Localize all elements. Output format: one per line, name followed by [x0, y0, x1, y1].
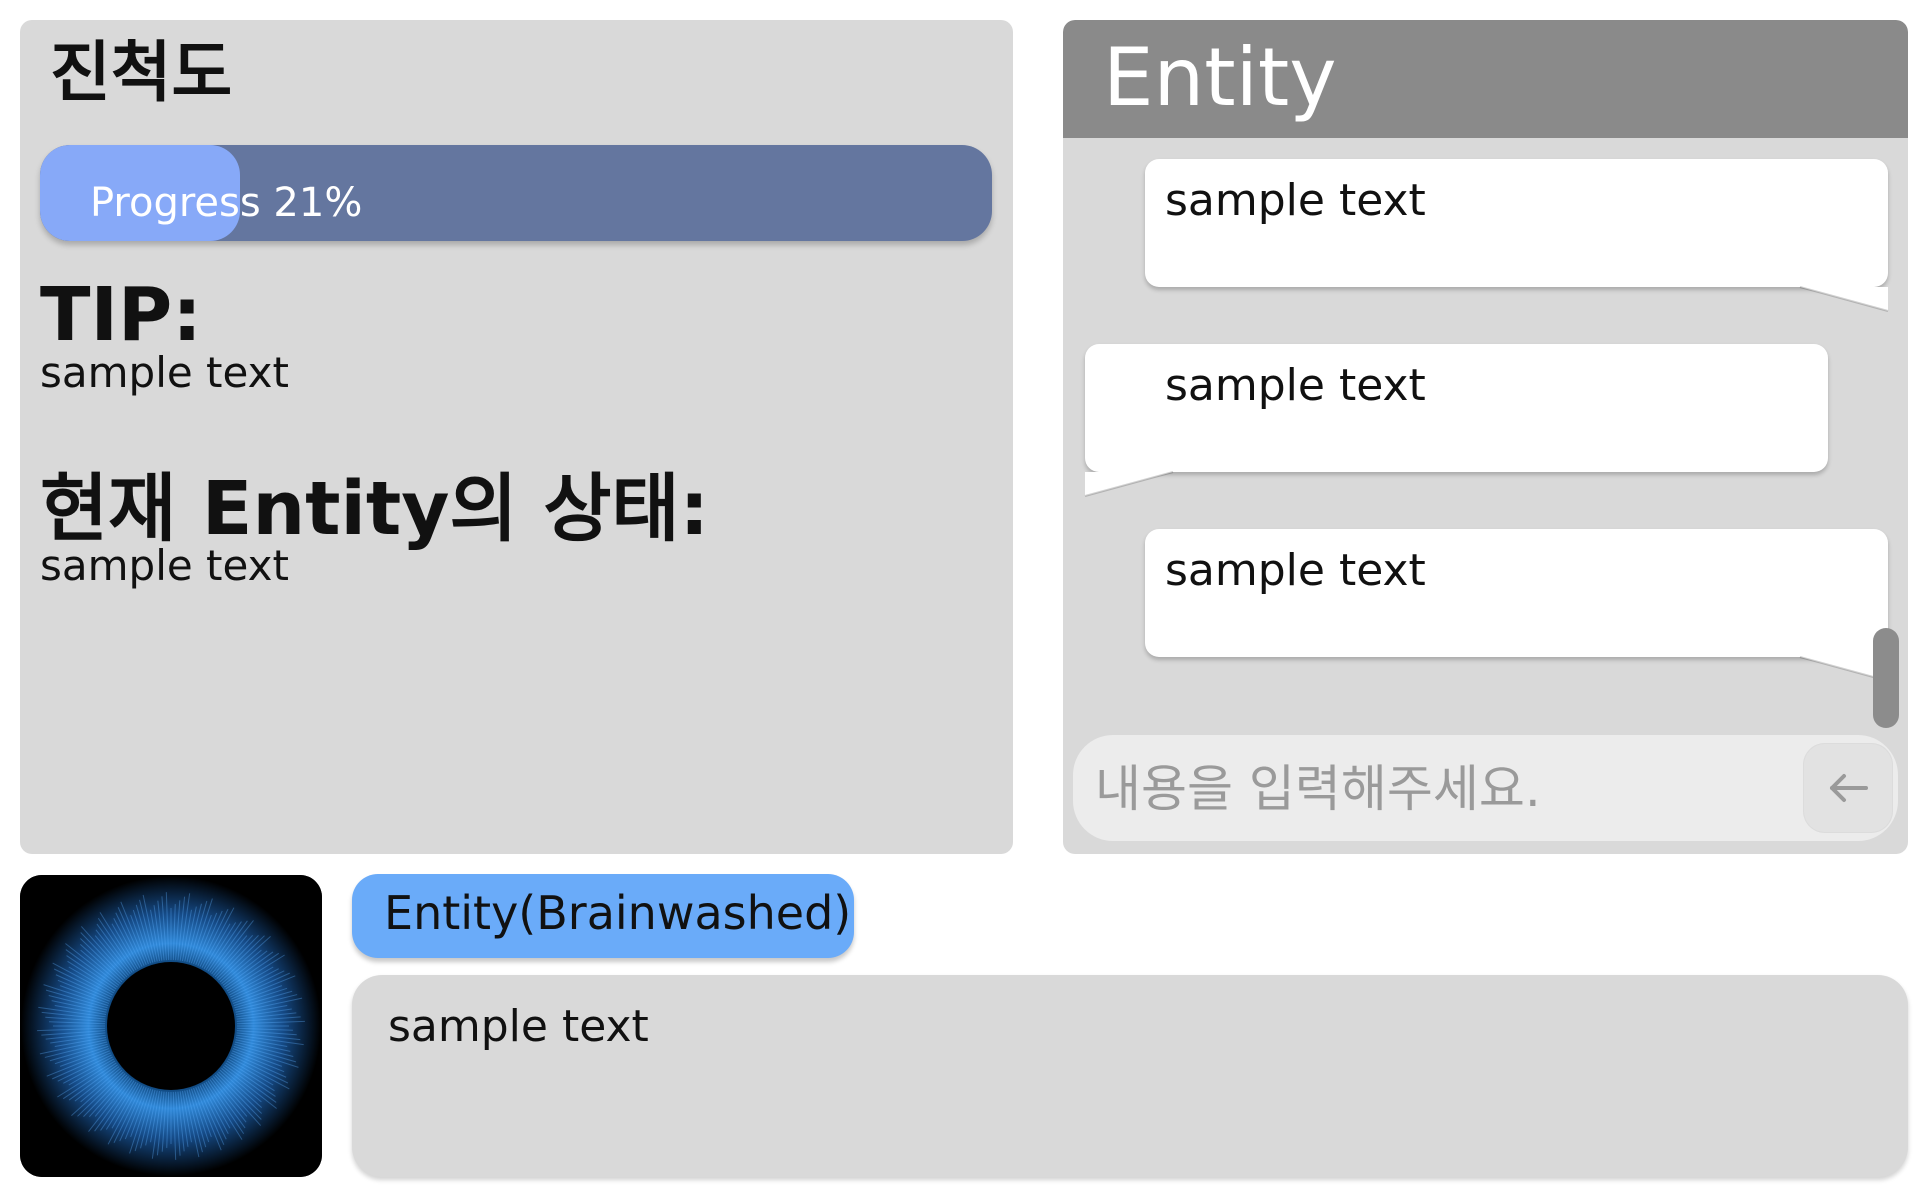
- bubble-tail: [1799, 286, 1889, 312]
- progress-bar: Progress 21%: [40, 145, 992, 241]
- dialog-text: sample text: [388, 1001, 649, 1052]
- chat-message-text: sample text: [1165, 545, 1426, 596]
- chat-message: sample text: [1084, 344, 1828, 497]
- chat-header: Entity: [1063, 20, 1908, 138]
- speaker-name-badge: Entity(Brainwashed): [352, 874, 854, 958]
- chat-panel: Entity sample text sample text sample te…: [1063, 20, 1908, 854]
- chat-message: sample text: [1145, 159, 1889, 312]
- entity-state-heading: 현재 Entity의 상태:: [40, 466, 710, 552]
- progress-title: 진척도: [50, 34, 233, 111]
- speaker-name: Entity(Brainwashed): [384, 886, 852, 940]
- bubble-tail: [1084, 471, 1174, 497]
- tip-text: sample text: [40, 348, 289, 397]
- chat-message-text: sample text: [1165, 175, 1426, 226]
- arrow-left-icon: [1830, 774, 1868, 802]
- status-panel: 진척도 Progress 21% TIP: sample text 현재 Ent…: [20, 20, 1013, 854]
- chat-title: Entity: [1103, 31, 1337, 124]
- entity-state-text: sample text: [40, 541, 289, 590]
- progress-label: Progress 21%: [90, 180, 363, 226]
- tip-heading: TIP:: [40, 272, 202, 358]
- chat-scrollbar[interactable]: [1873, 628, 1899, 728]
- chat-message-text: sample text: [1165, 360, 1426, 411]
- chat-message: sample text: [1145, 529, 1889, 682]
- chat-input[interactable]: [1093, 745, 1777, 833]
- dialog-box[interactable]: sample text: [352, 975, 1908, 1177]
- send-button[interactable]: [1803, 743, 1893, 833]
- speaker-portrait: [20, 875, 322, 1177]
- eye-iris-icon: [20, 875, 322, 1177]
- chat-input-container: [1073, 735, 1898, 841]
